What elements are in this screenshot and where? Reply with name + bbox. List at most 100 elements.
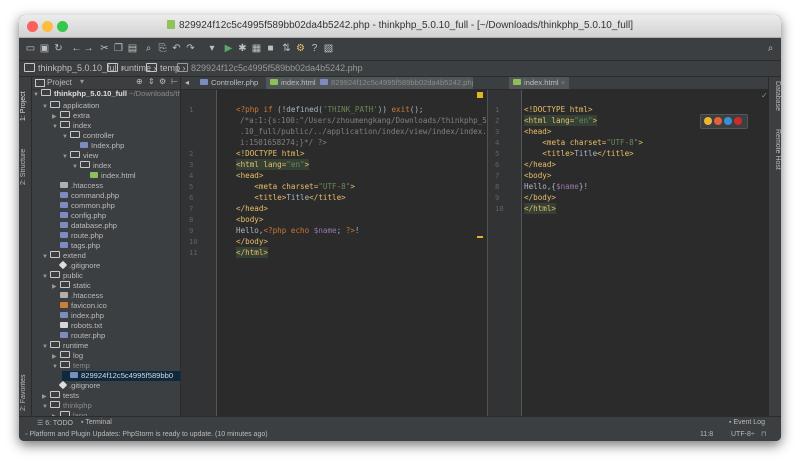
tree-item[interactable]: database.php [52, 221, 117, 231]
plugin-icon[interactable]: ▧ [323, 43, 334, 54]
expand-arrow-icon[interactable]: ▼ [72, 162, 80, 172]
chevron-down-icon[interactable]: ▾ [80, 77, 84, 86]
collapse-all-icon[interactable]: ⇕ [148, 77, 155, 86]
tree-item[interactable]: config.php [52, 211, 106, 221]
error-stripe-marker[interactable] [477, 236, 483, 238]
tree-item[interactable]: .htaccess [52, 291, 103, 301]
code-line[interactable]: </html> [524, 203, 557, 214]
tree-item[interactable]: ▼ view [62, 151, 98, 161]
tool-tab-database[interactable]: Database [771, 81, 781, 121]
file-encoding[interactable]: UTF-8÷ [731, 431, 755, 438]
lock-icon[interactable]: ⊓ [761, 430, 766, 438]
right-editor[interactable]: 1 2 3 4 5 6 7 8 9 10 <!DOCTYPE html> <html lang="e… [487, 90, 769, 416]
todo-tool-button[interactable]: ☰ 6: TODO [37, 419, 73, 427]
project-view-selector[interactable]: Project [47, 78, 72, 87]
code-line[interactable]: <meta charset="UTF-8"> [236, 181, 355, 192]
back-icon[interactable]: ← [71, 43, 82, 54]
tab-nav-left-icon[interactable]: ◂ [185, 78, 189, 87]
code-line[interactable]: <head> [236, 170, 263, 181]
tool-tab-project[interactable]: 1: Project [20, 81, 30, 121]
code-line[interactable]: <meta charset="UTF-8"> [524, 137, 643, 148]
sync-icon[interactable]: ↻ [53, 43, 64, 54]
code-line[interactable]: <!DOCTYPE html> [524, 104, 593, 115]
code-line[interactable]: Hello,{$name}! [524, 181, 588, 192]
tree-item[interactable]: ▼ index [52, 121, 91, 131]
tree-item[interactable]: .htaccess [52, 181, 103, 191]
code-line[interactable]: /*a:1:{s:100:"/Users/zhoumengkang/Downlo… [240, 115, 496, 126]
coverage-icon[interactable]: ▦ [251, 43, 262, 54]
undo-icon[interactable]: ↶ [171, 43, 182, 54]
code-line[interactable]: </head> [236, 203, 268, 214]
firefox-icon[interactable] [714, 117, 722, 125]
redo-icon[interactable]: ↷ [185, 43, 196, 54]
chrome-icon[interactable] [704, 117, 712, 125]
tree-item[interactable]: 829924f12c5c4995f589bb0 [62, 371, 180, 381]
code-line[interactable]: <title>Title</title> [236, 192, 345, 203]
tool-tab-structure[interactable]: 2: Structure [20, 137, 30, 185]
copy-icon[interactable]: ❐ [113, 43, 124, 54]
tree-item[interactable]: robots.txt [52, 321, 102, 331]
opera-icon[interactable] [734, 117, 742, 125]
code-line[interactable]: </body> [236, 236, 268, 247]
save-icon[interactable]: ▣ [39, 43, 50, 54]
tree-item[interactable]: index.php [52, 311, 104, 321]
expand-arrow-icon[interactable]: ▼ [52, 122, 60, 132]
code-line[interactable]: <head> [524, 126, 551, 137]
tool-tab-remote-host[interactable]: Remote Host [771, 129, 781, 181]
code-line[interactable]: <html lang="en"> [236, 159, 310, 170]
safari-icon[interactable] [724, 117, 732, 125]
expand-arrow-icon[interactable]: ▼ [62, 152, 70, 162]
code-line[interactable]: <?php if (!defined('THINK_PATH')) exit()… [236, 104, 424, 115]
hide-icon[interactable]: ⊢ [171, 77, 178, 86]
tree-item[interactable]: .gitignore [52, 260, 100, 271]
tree-item[interactable]: ▼ extend [42, 251, 86, 261]
run-config-dropdown-icon[interactable]: ▾ [205, 43, 219, 54]
tree-item[interactable]: common.php [52, 201, 115, 211]
search-everywhere-icon[interactable]: ⌕ [765, 43, 776, 54]
expand-arrow-icon[interactable]: ▼ [42, 252, 50, 262]
tree-item[interactable]: favicon.ico [52, 301, 107, 311]
tree-item[interactable]: index.html [82, 171, 136, 181]
tree-item[interactable]: route.php [52, 231, 103, 241]
tree-item[interactable]: ▶ log [52, 351, 83, 361]
code-line[interactable]: .10_full/public/../application/index/vie… [240, 126, 514, 137]
tree-item[interactable]: ▼ controller [62, 131, 114, 141]
tree-item[interactable]: tags.php [52, 241, 100, 251]
expand-arrow-icon[interactable]: ▼ [42, 402, 50, 412]
expand-arrow-icon[interactable]: ▼ [62, 132, 70, 142]
warning-marker-icon[interactable] [477, 92, 483, 98]
run-icon[interactable]: ▶ [223, 43, 234, 54]
debug-icon[interactable]: ✱ [237, 43, 248, 54]
tab-index-html-right[interactable]: index.html × [509, 77, 569, 89]
gear-icon[interactable]: ⚙ [159, 77, 166, 86]
scroll-from-source-icon[interactable]: ⊕ [136, 77, 143, 86]
expand-arrow-icon[interactable]: ▼ [42, 102, 50, 112]
breadcrumb-item[interactable]: 829924f12c5c4995f589bb02da4b5242.php [177, 63, 363, 73]
tree-item[interactable]: command.php [52, 191, 119, 201]
vcs-icon[interactable]: ⇅ [281, 43, 292, 54]
expand-arrow-icon[interactable]: ▼ [52, 362, 60, 372]
left-editor[interactable]: 1 2 3 4 5 6 7 8 9 10 11 <?php if (!defined('THINK_… [181, 90, 514, 416]
tree-item[interactable]: ▼ application [42, 101, 99, 111]
replace-icon[interactable]: ⎘ [157, 43, 168, 54]
code-line[interactable]: <body> [524, 170, 551, 181]
event-log-button[interactable]: ▪ Event Log [729, 419, 765, 426]
code-line[interactable]: </body> [524, 192, 556, 203]
code-line[interactable]: <title>Title</title> [524, 148, 633, 159]
code-line[interactable]: <!DOCTYPE html> [236, 148, 305, 159]
help-icon[interactable]: ? [309, 43, 320, 54]
tree-item[interactable]: ▼ index [72, 161, 111, 171]
code-line[interactable]: i:1501658274;}*/ ?> [240, 137, 327, 148]
expand-arrow-icon[interactable]: ▼ [42, 342, 50, 352]
tree-item[interactable]: ▼ thinkphp [42, 401, 92, 411]
status-message[interactable]: ▫ Platform and Plugin Updates: PhpStorm … [25, 431, 268, 438]
forward-icon[interactable]: → [83, 43, 94, 54]
settings-icon[interactable]: ⚙ [295, 43, 306, 54]
stop-icon[interactable]: ■ [265, 43, 276, 54]
open-folder-icon[interactable]: ▭ [25, 43, 36, 54]
code-line[interactable]: <html lang="en"> [524, 115, 598, 126]
tab-index-html[interactable]: index.html × [266, 77, 318, 89]
tree-item[interactable]: ▶ tests [42, 391, 79, 401]
code-line[interactable]: </head> [524, 159, 556, 170]
tree-root[interactable]: ▼ thinkphp_5.0.10_full ~/Downloads/th [33, 89, 180, 99]
